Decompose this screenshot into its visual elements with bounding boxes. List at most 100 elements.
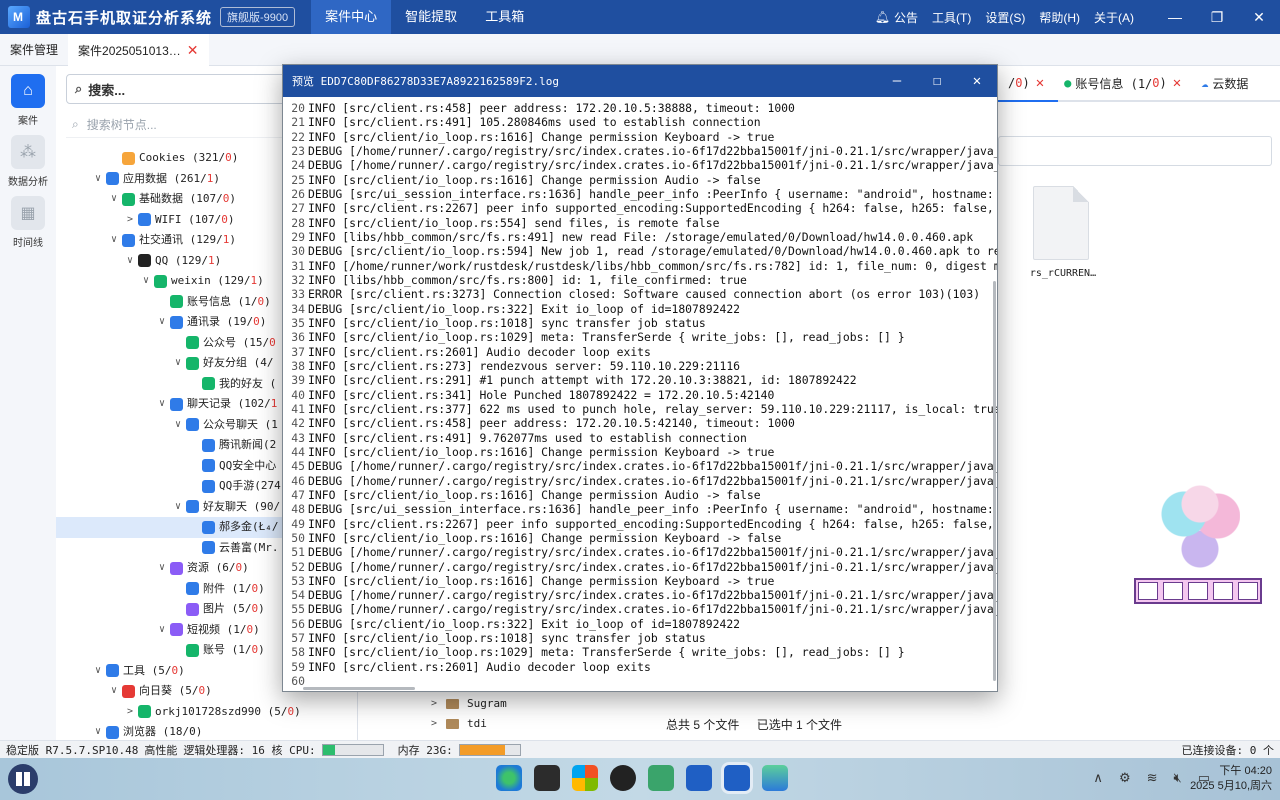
file-name[interactable]: rs_rCURREN… [1018, 268, 1108, 279]
chevron-right-icon[interactable]: > [428, 694, 440, 714]
tab-partial[interactable]: /0) ✕ [998, 75, 1054, 91]
obs-icon[interactable] [610, 765, 636, 791]
tab-account-info[interactable]: ● 账号信息 (1/0) ✕ [1054, 75, 1191, 92]
chevron-down-icon[interactable]: ∨ [108, 681, 120, 702]
tree-node-label: WIFI (107/ [155, 212, 222, 226]
horizontal-scrollbar[interactable] [303, 687, 415, 690]
tree-node-label-end: ) [264, 294, 271, 308]
chevron-down-icon[interactable]: ∨ [92, 169, 104, 190]
menu-settings[interactable]: 设置(S) [985, 9, 1025, 26]
line-text: INFO [src/client.rs:491] 9.762077ms used… [308, 430, 747, 445]
tree-node-label: 向日葵 (5/ [139, 684, 199, 697]
maximize-button[interactable]: ❐ [1196, 9, 1238, 26]
menu-help[interactable]: 帮助(H) [1039, 9, 1080, 26]
minimize-button[interactable]: — [1154, 9, 1196, 26]
chevron-down-icon[interactable]: ∨ [92, 722, 104, 740]
volume-muted-icon[interactable]: 🔇︎ [1174, 770, 1182, 786]
wifi-icon[interactable]: ≋ [1147, 770, 1158, 786]
line-text: INFO [src/client/io_loop.rs:1018] sync t… [308, 631, 706, 646]
line-number: 38 [291, 358, 305, 373]
log-line: 34 DEBUG [src/client/io_loop.rs:322] Exit… [285, 302, 997, 316]
tree-node-new-count: 1 [222, 233, 230, 246]
chevron-down-icon[interactable]: ∨ [172, 353, 184, 374]
chevron-down-icon[interactable]: ∨ [156, 620, 168, 641]
terminal-app-icon[interactable] [534, 765, 560, 791]
vertical-scrollbar[interactable] [993, 101, 997, 681]
dialog-close-button[interactable]: ✕ [957, 73, 997, 89]
file-icon[interactable] [1033, 186, 1089, 260]
chevron-down-icon[interactable]: ∨ [108, 189, 120, 210]
chevron-down-icon[interactable]: ∨ [92, 661, 104, 682]
menu-tools[interactable]: 工具(T) [932, 9, 971, 26]
sidebar-item-analysis[interactable]: ⁂ 数据分析 [0, 135, 56, 188]
line-number: 36 [291, 330, 305, 345]
menu-announcement[interactable]: 公告 [894, 9, 918, 26]
forensic-app-icon[interactable] [686, 765, 712, 791]
widget-button[interactable] [1138, 582, 1159, 600]
line-text: INFO [src/client/io_loop.rs:1616] Change… [308, 530, 782, 545]
app-icon[interactable] [648, 765, 674, 791]
chevron-down-icon[interactable]: ∨ [124, 251, 136, 272]
folder-item[interactable]: > tdi [428, 714, 507, 734]
nav-toolbox[interactable]: 工具箱 [471, 0, 538, 34]
widget-button[interactable] [1187, 582, 1208, 600]
tree-node[interactable]: > orkj101728szd990 (5/0) [56, 702, 357, 723]
chevron-down-icon[interactable]: ∨ [108, 230, 120, 251]
widget-button[interactable] [1163, 582, 1184, 600]
tab-cloud-data[interactable]: ☁ 云数据 [1191, 75, 1258, 92]
log-line: 40 INFO [src/client.rs:341] Hole Punched … [285, 388, 997, 402]
widget-button[interactable] [1237, 582, 1258, 600]
widget-button[interactable] [1212, 582, 1233, 600]
desktop-pet-widget[interactable] [1134, 474, 1262, 604]
app-title: 盘古石手机取证分析系统 [36, 9, 213, 27]
tab-case-detail[interactable]: 案件2025051013… ✕ [68, 33, 209, 66]
line-text: DEBUG [src/client/io_loop.rs:322] Exit i… [308, 616, 741, 631]
tree-node-label: 基础数据 (107/ [139, 192, 223, 205]
dialog-maximize-button[interactable]: ☐ [917, 73, 957, 89]
chevron-down-icon[interactable]: ∨ [156, 312, 168, 333]
forensic-app-active-icon[interactable] [724, 765, 750, 791]
store-icon[interactable] [572, 765, 598, 791]
nav-smart-extract[interactable]: 智能提取 [391, 0, 471, 34]
log-line: 33 ERROR [src/client.rs:3273] Connection … [285, 287, 997, 301]
nav-case-center[interactable]: 案件中心 [311, 0, 392, 34]
log-line: 41 INFO [src/client.rs:377] 622 ms used t… [285, 402, 997, 416]
chevron-down-icon[interactable]: ∨ [156, 394, 168, 415]
menu-about[interactable]: 关于(A) [1094, 9, 1134, 26]
chevron-down-icon[interactable]: ∨ [172, 415, 184, 436]
log-line: 27 INFO [src/client.rs:2267] peer info su… [285, 201, 997, 215]
log-line: 43 INFO [src/client.rs:491] 9.762077ms us… [285, 431, 997, 445]
close-tab-icon[interactable]: ✕ [1173, 75, 1181, 91]
close-tab-icon[interactable]: ✕ [1036, 75, 1044, 91]
dialog-titlebar[interactable]: 预览 EDD7C80DF86278D33E7A8922162589F2.log … [283, 65, 997, 97]
close-tab-icon[interactable]: ✕ [187, 42, 199, 58]
chevron-right-icon[interactable]: > [124, 210, 136, 231]
tree-node-new-count: 0 [171, 663, 179, 677]
line-text: INFO [src/client.rs:291] #1 punch attemp… [308, 373, 857, 388]
mail-app-icon[interactable] [762, 765, 788, 791]
chevron-up-icon[interactable]: ∧ [1093, 770, 1103, 786]
windows-start-icon[interactable] [8, 764, 38, 794]
chevron-right-icon[interactable]: > [124, 702, 136, 723]
tree-node-label: Cookies (321/ [139, 151, 226, 164]
tab-case-management[interactable]: 案件管理 [0, 34, 68, 66]
chevron-right-icon[interactable]: > [428, 714, 440, 734]
folder-item[interactable]: > Sugram [428, 694, 507, 714]
line-text: INFO [src/client/io_loop.rs:1029] meta: … [308, 330, 905, 345]
chevron-down-icon[interactable]: ∨ [172, 497, 184, 518]
line-text: INFO [src/client/io_loop.rs:1018] sync t… [308, 315, 706, 330]
tree-node-label-end: ) [258, 643, 265, 656]
chevron-down-icon[interactable]: ∨ [156, 558, 168, 579]
sidebar-item-case[interactable]: ⌂ 案件 [0, 74, 56, 127]
edge-icon[interactable] [496, 765, 522, 791]
close-button[interactable]: ✕ [1238, 9, 1280, 26]
tree-node[interactable]: ∨ 浏览器 (18/0) [56, 722, 357, 740]
path-input[interactable] [998, 136, 1272, 166]
sidebar-item-timeline[interactable]: ▦ 时间线 [0, 196, 56, 249]
network-settings-icon[interactable]: ⚙ [1119, 770, 1131, 786]
log-content[interactable]: 20 INFO [src/client.rs:458] peer address:… [283, 97, 997, 691]
chevron-down-icon[interactable]: ∨ [140, 271, 152, 292]
dialog-minimize-button[interactable]: — [877, 73, 917, 89]
taskbar-clock[interactable]: 下午 04:20 2025 5月10,周六 [1190, 764, 1272, 794]
tree-node-label: QQ (129/ [155, 253, 208, 267]
